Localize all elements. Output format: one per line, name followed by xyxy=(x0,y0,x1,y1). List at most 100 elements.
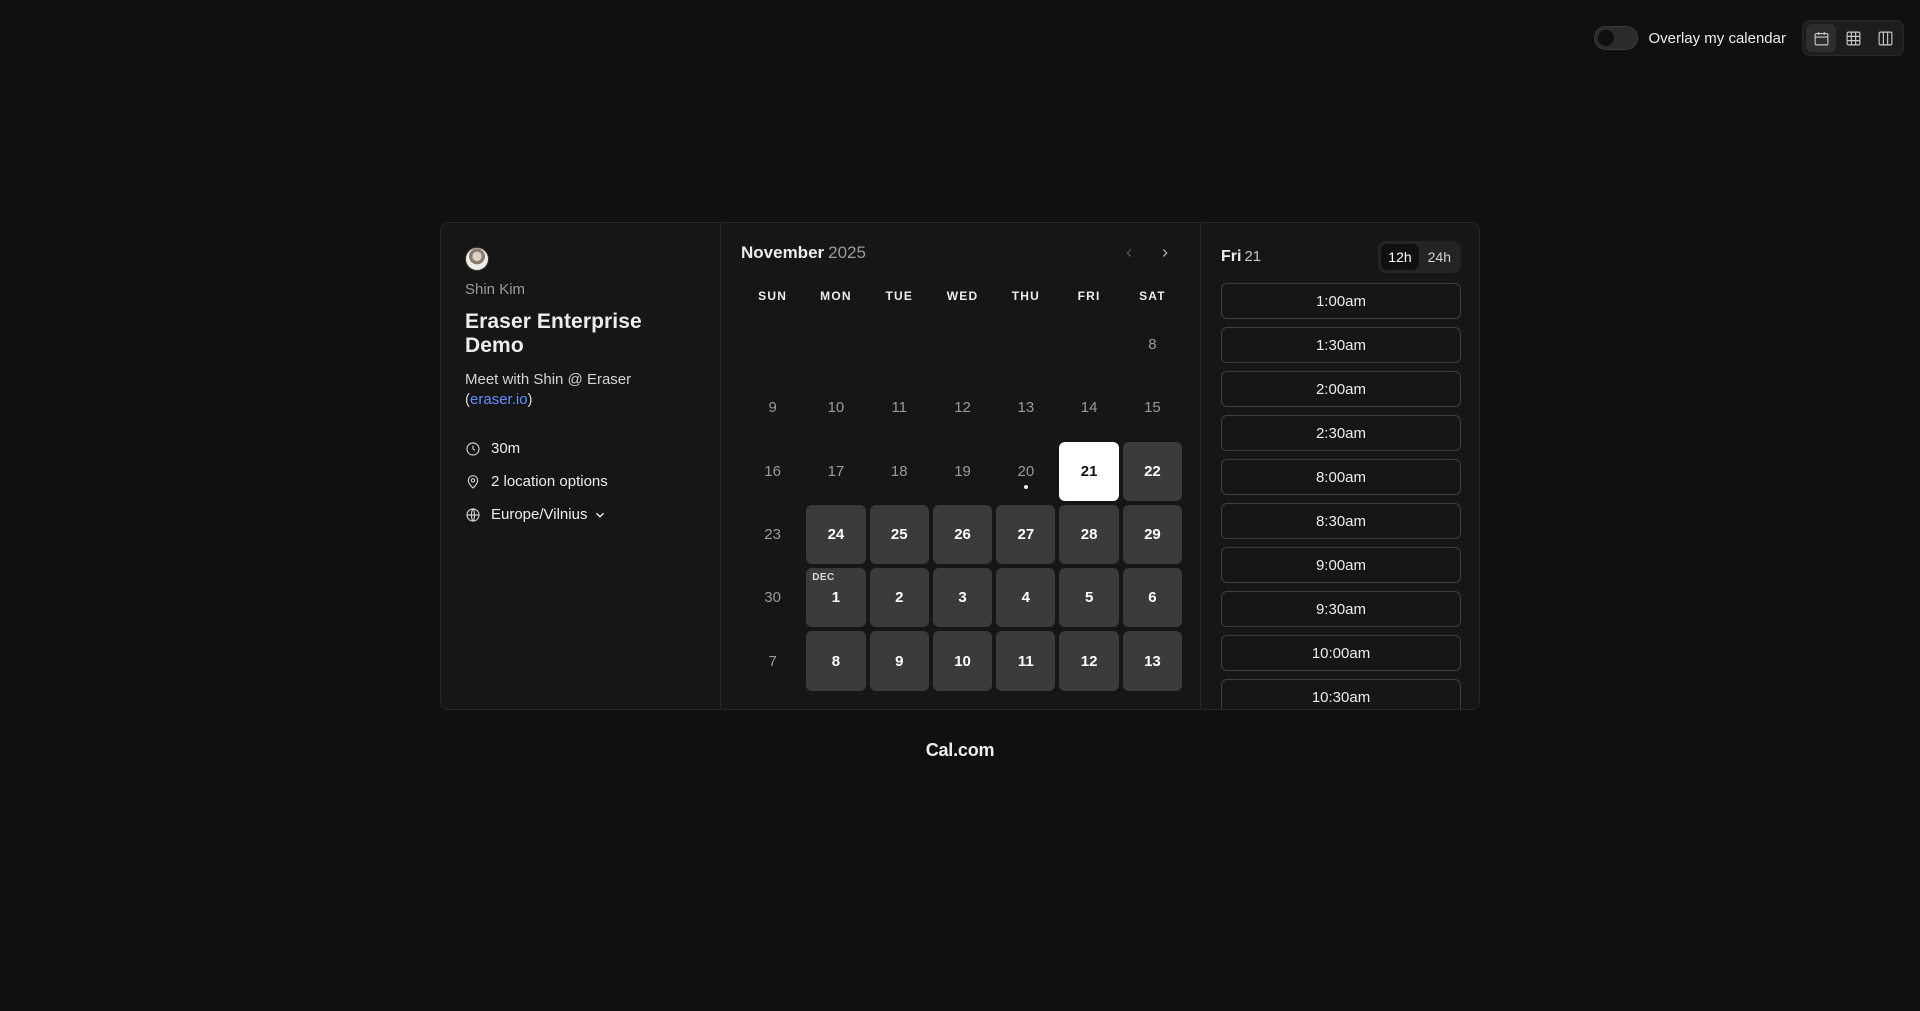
day-grid: 8 9 10 11 12 13 14 15 16 17 18 19 20 21 22 23 24 25 26 27 28… xyxy=(741,313,1183,693)
calendar-day[interactable]: 12 xyxy=(1059,631,1119,691)
empty-day xyxy=(933,315,992,374)
eraser-link[interactable]: eraser.io xyxy=(470,391,528,408)
calendar-day: 20 xyxy=(996,442,1055,501)
avatar xyxy=(465,247,489,271)
week-view-button[interactable] xyxy=(1838,24,1868,52)
calendar-day: 11 xyxy=(870,378,929,437)
day-number: 20 xyxy=(1017,462,1035,480)
day-number: 3 xyxy=(958,589,967,607)
month-navigation xyxy=(1116,240,1178,266)
chevron-left-icon xyxy=(1126,249,1132,257)
month-name: November xyxy=(741,243,825,262)
day-number: 18 xyxy=(890,462,908,480)
time-slots-panel: Fri 21 12h 24h 1:00am 1:30am 2:00am 2:30am 8:0… xyxy=(1201,223,1479,709)
calendar-day: 8 xyxy=(1123,315,1182,374)
time-slot-button[interactable]: 10:00am xyxy=(1221,635,1461,671)
timezone-row: Europe/Vilnius xyxy=(465,506,696,523)
selected-day[interactable]: 21 xyxy=(1059,441,1119,501)
day-number: 21 xyxy=(1080,462,1098,480)
brand-logo: Cal.com xyxy=(925,740,995,760)
selected-day-name: Fri xyxy=(1221,248,1242,265)
calendar-day[interactable]: 4 xyxy=(996,568,1056,628)
timezone-select[interactable]: Europe/Vilnius xyxy=(491,506,607,523)
calendar-day[interactable]: 6 xyxy=(1122,568,1183,628)
day-number: 6 xyxy=(1148,589,1157,607)
weekday-label: WED xyxy=(946,289,979,303)
calendar-icon xyxy=(1814,31,1828,45)
calendar-day[interactable]: 28 xyxy=(1059,504,1119,565)
time-slot-button[interactable]: 9:30am xyxy=(1221,591,1461,627)
calendar-day[interactable]: 2 xyxy=(869,568,929,628)
duration-label: 30m xyxy=(491,440,521,457)
calendar-day[interactable]: DEC 1 xyxy=(806,568,866,628)
calendar-day: 7 xyxy=(743,631,802,690)
day-number: 12 xyxy=(954,399,971,417)
month-view-button[interactable] xyxy=(1806,24,1836,52)
month-tag: DEC xyxy=(812,572,835,584)
day-number: 15 xyxy=(1144,399,1161,417)
time-slot-button[interactable]: 2:30am xyxy=(1221,415,1461,451)
day-number: 11 xyxy=(891,399,908,417)
weekday-label: TUE xyxy=(885,289,914,303)
year-name: 2025 xyxy=(828,243,866,262)
calendar-day: 14 xyxy=(1059,378,1118,437)
event-title: Eraser Enterprise Demo xyxy=(465,310,642,357)
day-number: 23 xyxy=(764,526,781,544)
time-slot-button[interactable]: 8:00am xyxy=(1221,459,1461,495)
columns-icon xyxy=(1878,31,1892,45)
calendar-day: 30 xyxy=(743,568,802,627)
empty-day xyxy=(1059,315,1118,374)
day-number: 16 xyxy=(764,462,781,480)
format-24h-button[interactable]: 24h xyxy=(1421,244,1458,270)
calendar-day[interactable]: 11 xyxy=(996,631,1056,691)
day-number: 2 xyxy=(895,589,904,607)
chevron-right-icon xyxy=(1162,249,1168,257)
empty-day xyxy=(996,315,1055,374)
calendar-day[interactable]: 25 xyxy=(869,504,929,565)
time-slot-button[interactable]: 10:30am xyxy=(1221,679,1461,709)
calendar-day[interactable]: 13 xyxy=(1122,631,1183,691)
overlay-calendar-toggle[interactable]: Overlay my calendar xyxy=(1594,26,1786,50)
calendar-day[interactable]: 29 xyxy=(1122,504,1183,565)
calendar-day[interactable]: 9 xyxy=(869,631,929,691)
weekday-label: SUN xyxy=(758,289,788,303)
location-row: 2 location options xyxy=(465,473,696,490)
time-slot-button[interactable]: 8:30am xyxy=(1221,503,1461,539)
overlay-switch[interactable] xyxy=(1594,26,1639,50)
weekday-header: SUN MON TUE WED THU FRI SAT xyxy=(741,289,1180,303)
event-description: Meet with Shin @ Eraser (eraser.io) xyxy=(465,370,696,410)
day-number: 29 xyxy=(1144,526,1161,544)
layout-switcher xyxy=(1802,20,1904,56)
time-slot-button[interactable]: 1:00am xyxy=(1221,283,1461,319)
calendar-day: 13 xyxy=(996,378,1055,437)
day-number: 1 xyxy=(831,589,841,607)
calendar-day[interactable]: 27 xyxy=(996,504,1056,565)
calendar-day[interactable]: 22 xyxy=(1122,441,1183,501)
next-month-button[interactable] xyxy=(1152,240,1178,266)
day-number: 25 xyxy=(890,526,908,544)
calendar-day[interactable]: 8 xyxy=(806,631,866,691)
clock-icon xyxy=(466,441,480,456)
calendar-day[interactable]: 3 xyxy=(932,568,993,628)
calendar-day[interactable]: 26 xyxy=(932,504,993,565)
day-number: 17 xyxy=(827,462,845,480)
slot-list: 1:00am 1:30am 2:00am 2:30am 8:00am 8:30am 9:00… xyxy=(1221,283,1461,709)
previous-month-button[interactable] xyxy=(1116,240,1142,266)
day-number: 9 xyxy=(768,399,777,417)
calendar-day[interactable]: 24 xyxy=(806,504,866,565)
calendar-day[interactable]: 5 xyxy=(1059,568,1119,628)
day-number: 14 xyxy=(1080,399,1098,417)
weekday-label: MON xyxy=(820,289,852,303)
column-view-button[interactable] xyxy=(1870,24,1900,52)
weekday-label: THU xyxy=(1011,289,1040,303)
calendar-day[interactable]: 10 xyxy=(932,631,993,691)
day-number: 27 xyxy=(1017,526,1035,544)
empty-day xyxy=(870,315,929,374)
calendar-day: 17 xyxy=(806,442,865,501)
time-slot-button[interactable]: 2:00am xyxy=(1221,371,1461,407)
calendar-day: 15 xyxy=(1123,378,1182,437)
time-slot-button[interactable]: 9:00am xyxy=(1221,547,1461,583)
time-slot-button[interactable]: 1:30am xyxy=(1221,327,1461,363)
format-12h-button[interactable]: 12h xyxy=(1381,244,1419,270)
day-number: 7 xyxy=(768,652,777,670)
